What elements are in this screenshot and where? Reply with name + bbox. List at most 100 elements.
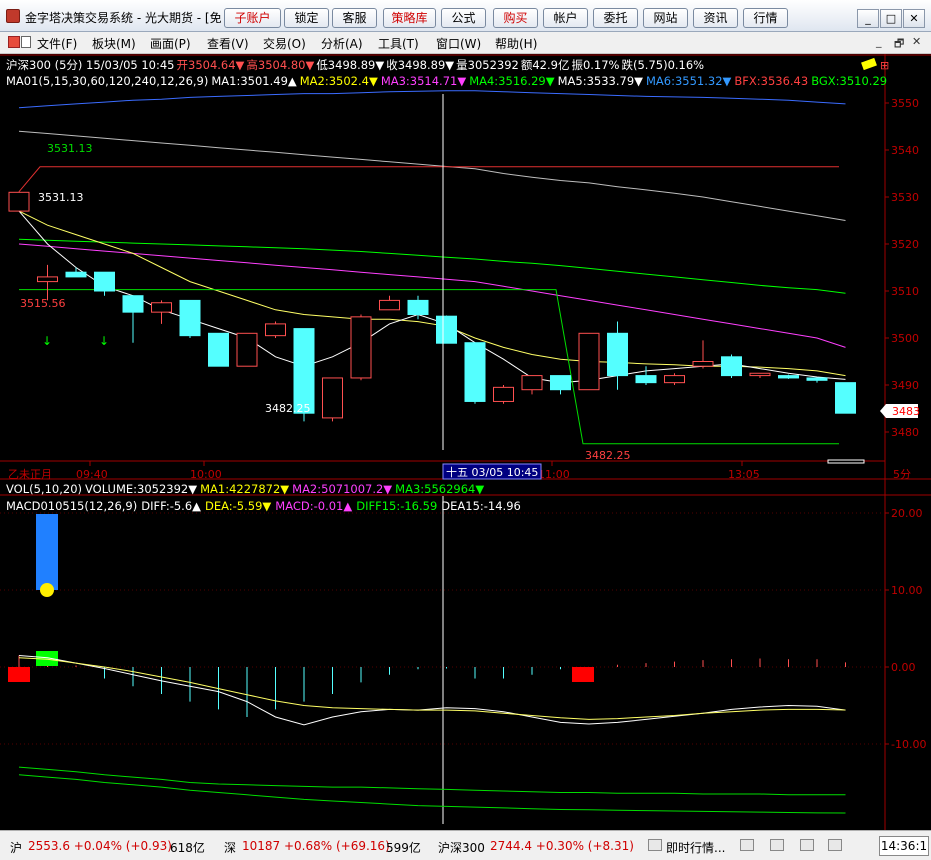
period-label: 5分 — [893, 468, 911, 481]
price-tick-label: 3550 — [891, 97, 919, 110]
status-segment-7: 2744.4 +0.30% (+8.31) — [490, 839, 634, 853]
macd-field-2: DEA:-5.59▼ — [205, 499, 271, 513]
network-icon — [800, 839, 814, 851]
high-annotation: 3531.13 — [38, 191, 84, 204]
close-button[interactable]: ✕ — [903, 9, 925, 28]
candle-body[interactable] — [379, 299, 400, 311]
vol-bar — [36, 514, 58, 590]
vol-field-2: MA1:4227872▼ — [200, 482, 289, 496]
candle-body[interactable] — [721, 356, 742, 377]
menu-item-6[interactable]: 工具(T) — [378, 35, 419, 52]
alert-icon[interactable] — [740, 839, 754, 851]
candle-body[interactable] — [179, 299, 201, 337]
status-segment-8[interactable]: 即时行情... — [666, 839, 725, 856]
header-field-3: 低3498.89▼ — [316, 58, 384, 72]
toolbar-button-8[interactable]: 网站 — [643, 8, 688, 28]
status-segment-1: 2553.6 +0.04% (+0.93) — [28, 839, 172, 853]
candle-body[interactable] — [550, 375, 571, 391]
macd-tick-label: 0.00 — [891, 661, 916, 674]
candle-body[interactable] — [493, 386, 514, 402]
candle-body[interactable] — [236, 332, 258, 367]
window-title: 金字塔决策交易系统 - 光大期货 - [免 — [25, 11, 221, 25]
maximize-button[interactable]: □ — [880, 9, 902, 28]
time-label-3: 11:00 — [538, 468, 570, 481]
time-label-0: 乙未正月 — [8, 468, 52, 481]
price-tick-label: 3530 — [891, 191, 919, 204]
candle-body[interactable] — [806, 377, 828, 381]
candle-body[interactable] — [208, 332, 229, 367]
signal-marker — [572, 667, 594, 682]
status-segment-6: 沪深300 — [438, 841, 485, 855]
menu-item-1[interactable]: 板块(M) — [92, 35, 136, 52]
macd-field-4: DIFF15:-16.59 — [356, 499, 437, 513]
candle-body[interactable] — [578, 332, 600, 391]
candle-body[interactable] — [635, 375, 657, 384]
chart-area[interactable]: 沪深300 (5分) 15/03/05 10:45 开3504.64▼ 高3504.… — [0, 54, 931, 830]
toolbar-button-4[interactable]: 公式 — [441, 8, 486, 28]
toolbar-button-2[interactable]: 客服 — [332, 8, 377, 28]
header-field-1: 开3504.64▼ — [177, 58, 245, 72]
toolbar-button-9[interactable]: 资讯 — [693, 8, 738, 28]
menu-item-4[interactable]: 交易(O) — [263, 35, 306, 52]
menu-item-3[interactable]: 查看(V) — [207, 35, 249, 52]
vol-field-0: VOL(5,10,20) — [6, 482, 82, 496]
chart-canvas[interactable]: 沪深300 (5分) 15/03/05 10:45 开3504.64▼ 高3504.… — [0, 54, 931, 830]
time-label-1: 09:40 — [76, 468, 108, 481]
candle-body[interactable] — [8, 191, 30, 212]
toolbar-button-5[interactable]: 购买 — [493, 8, 538, 28]
macd-field-3: MACD:-0.01▲ — [275, 499, 352, 513]
current-price-label: 3483 — [892, 405, 920, 418]
menu-item-7[interactable]: 窗口(W) — [436, 35, 481, 52]
menu-item-8[interactable]: 帮助(H) — [495, 35, 537, 52]
price-tick-label: 3510 — [891, 285, 919, 298]
price-tick-label: 3490 — [891, 379, 919, 392]
status-segment-5: 599亿 — [386, 841, 421, 855]
candle-body[interactable] — [94, 271, 115, 292]
vol-field-4: MA3:5562964▼ — [395, 482, 484, 496]
scroll-indicator[interactable] — [827, 459, 865, 464]
toolbar-button-10[interactable]: 行情 — [743, 8, 788, 28]
bgx-annotation: 3515.56 — [20, 297, 66, 310]
candle-body[interactable] — [464, 342, 486, 402]
toolbar-button-3[interactable]: 策略库 — [383, 8, 436, 28]
mdi-minimize-icon[interactable]: _ — [876, 35, 882, 48]
candle-body[interactable] — [265, 323, 286, 337]
ma-field-0: MA01(5,15,30,60,120,240,12,26,9) — [6, 74, 208, 88]
candle-body[interactable] — [607, 332, 628, 377]
candle-body[interactable] — [151, 302, 172, 313]
candle-body[interactable] — [436, 315, 457, 344]
candle-body[interactable] — [122, 295, 144, 313]
toolbar-button-1[interactable]: 锁定 — [284, 8, 329, 28]
candle-body[interactable] — [407, 299, 429, 315]
candle-body[interactable] — [835, 382, 856, 414]
app-logo-icon — [6, 9, 20, 23]
mdi-restore-icon[interactable]: 🗗 — [894, 35, 904, 54]
menu-item-0[interactable]: 文件(F) — [37, 35, 77, 52]
candle-body[interactable] — [293, 328, 315, 414]
macd-tick-label: 10.00 — [891, 584, 923, 597]
candle-body[interactable] — [664, 375, 685, 384]
toolbar-button-7[interactable]: 委托 — [593, 8, 638, 28]
menu-item-5[interactable]: 分析(A) — [321, 35, 363, 52]
candle-body[interactable] — [322, 377, 343, 419]
quote-icon — [648, 839, 662, 851]
toolbar-button-0[interactable]: 子账户 — [224, 8, 281, 28]
candle-body[interactable] — [778, 375, 799, 379]
message-icon[interactable] — [770, 839, 784, 851]
toolbar-button-6[interactable]: 帐户 — [543, 8, 588, 28]
candle-body[interactable] — [749, 372, 771, 377]
cursor-time-label: 十五 03/05 10:45 — [446, 465, 538, 479]
candle-body[interactable] — [65, 271, 87, 278]
menu-item-2[interactable]: 画面(P) — [150, 35, 191, 52]
status-segment-2: 618亿 — [170, 841, 205, 855]
minimize-button[interactable]: _ — [857, 9, 879, 28]
header-field-7: 振0.17% — [571, 58, 619, 72]
header-field-0: 沪深300 (5分) 15/03/05 10:45 — [6, 58, 175, 72]
mdi-close-icon[interactable]: ✕ — [912, 35, 921, 48]
candle-body[interactable] — [692, 361, 714, 367]
header-field-2: 高3504.80▼ — [246, 58, 314, 72]
candle-body[interactable] — [350, 316, 372, 379]
candle-body[interactable] — [521, 375, 543, 391]
candle-body[interactable] — [37, 276, 58, 283]
sound-icon[interactable] — [828, 839, 842, 851]
